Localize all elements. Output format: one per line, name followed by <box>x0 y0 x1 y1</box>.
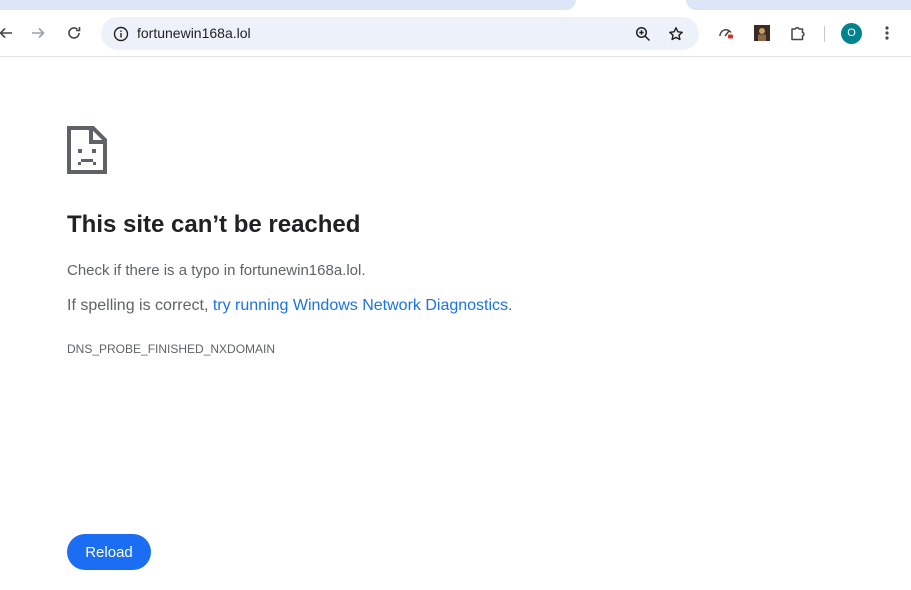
sad-document-icon <box>67 126 107 174</box>
spelling-suffix: . <box>508 297 513 314</box>
zoom-in-icon <box>635 26 651 42</box>
browser-toolbar: fortunewin168a.lol O <box>0 10 911 57</box>
site-info-button[interactable] <box>107 20 135 48</box>
forward-button[interactable] <box>24 19 52 47</box>
extension-performance-button[interactable] <box>712 19 740 47</box>
error-page: This site can’t be reached Check if ther… <box>0 57 911 590</box>
toolbar-divider <box>824 26 825 42</box>
speedometer-icon <box>719 29 733 39</box>
extension-avatar-button[interactable] <box>748 19 776 47</box>
more-vertical-icon <box>885 26 889 40</box>
page-title: This site can’t be reached <box>67 211 361 238</box>
error-code: DNS_PROBE_FINISHED_NXDOMAIN <box>67 342 276 356</box>
extensions-button[interactable] <box>784 19 812 47</box>
profile-avatar[interactable]: O <box>841 23 862 44</box>
puzzle-icon <box>791 26 805 41</box>
menu-button[interactable] <box>873 19 901 47</box>
spelling-prefix: If spelling is correct, <box>67 297 213 314</box>
bookmark-button[interactable] <box>662 20 690 48</box>
url-text[interactable]: fortunewin168a.lol <box>137 17 251 50</box>
star-icon <box>669 27 683 41</box>
arrow-left-icon <box>0 27 12 39</box>
inactive-tab-area-left[interactable] <box>0 0 576 10</box>
arrow-right-icon <box>32 27 45 39</box>
extension-thumbnail-icon <box>754 25 770 41</box>
zoom-button[interactable] <box>629 20 657 48</box>
network-diagnostics-link[interactable]: try running Windows Network Diagnostics <box>213 297 508 314</box>
refresh-icon <box>68 27 81 39</box>
info-icon <box>113 26 129 42</box>
back-button[interactable] <box>0 19 20 47</box>
inactive-tab-area-right[interactable] <box>686 0 911 10</box>
reload-button[interactable]: Reload <box>67 534 151 570</box>
spelling-message: If spelling is correct, try running Wind… <box>67 297 513 315</box>
reload-toolbar-button[interactable] <box>60 19 88 47</box>
typo-message: Check if there is a typo in fortunewin16… <box>67 262 366 279</box>
address-bar[interactable]: fortunewin168a.lol <box>101 17 699 50</box>
tab-strip <box>0 0 911 10</box>
